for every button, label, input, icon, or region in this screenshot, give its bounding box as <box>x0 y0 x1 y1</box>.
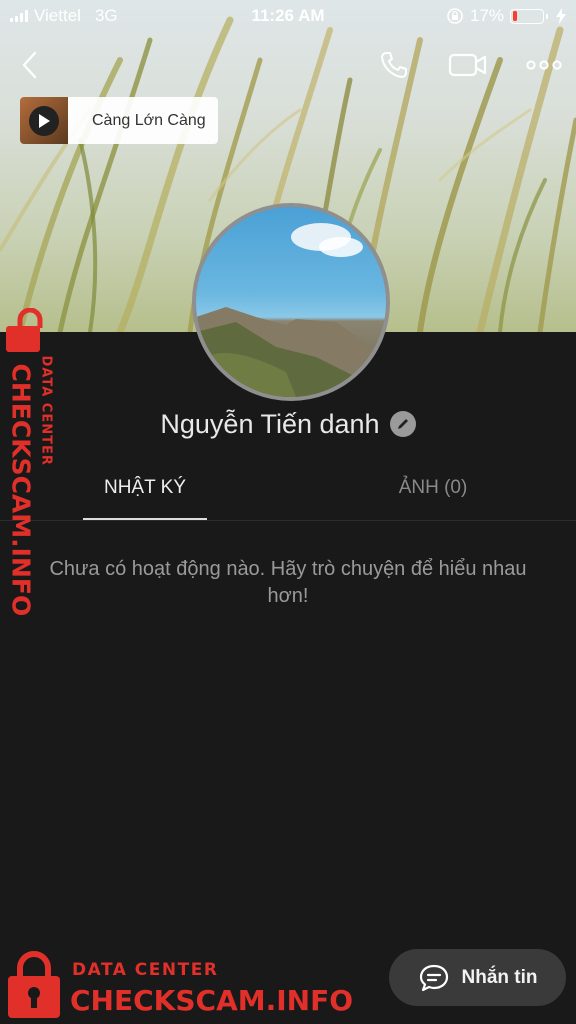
empty-state-message: Chưa có hoạt động nào. Hãy trò chuyện để… <box>49 558 527 607</box>
chevron-left-icon <box>22 51 37 79</box>
padlock-icon <box>6 307 43 352</box>
edit-name-button[interactable] <box>389 411 416 437</box>
active-tab-indicator <box>83 518 207 520</box>
status-bar: Viettel 3G 11:26 AM 17% <box>0 0 576 32</box>
pencil-icon <box>397 419 408 429</box>
music-thumbnail <box>20 97 68 144</box>
tab-photos[interactable]: ẢNH (0) <box>370 477 496 499</box>
phone-icon <box>381 52 407 78</box>
video-camera-icon <box>448 53 487 77</box>
battery-level <box>512 11 518 21</box>
signal-icon <box>10 10 28 22</box>
battery-percent: 17% <box>469 6 504 25</box>
watermark-bottom-small: DATA CENTER <box>72 960 219 980</box>
carrier-label: Viettel <box>34 6 81 25</box>
message-button-label: Nhắn tin <box>461 966 538 988</box>
profile-music-player[interactable]: Càng Lớn Càng <box>20 97 218 144</box>
watermark-side-large: CHECKSCAM.INFO <box>6 363 36 617</box>
network-label: 3G <box>94 6 118 25</box>
battery-icon <box>510 8 548 24</box>
back-button[interactable] <box>10 40 50 90</box>
call-button[interactable] <box>372 40 416 90</box>
padlock-icon <box>8 951 60 1018</box>
orientation-lock-icon <box>447 8 463 24</box>
status-right: 17% <box>446 6 566 26</box>
avatar-landscape <box>196 223 386 397</box>
music-title: Càng Lớn Càng <box>92 111 206 129</box>
watermark-bottom: DATA CENTER CHECKSCAM.INFO <box>6 948 353 1020</box>
profile-name: Nguyễn Tiến danh <box>160 408 380 439</box>
watermark-side-small: DATA CENTER <box>38 355 54 466</box>
avatar[interactable] <box>192 203 390 401</box>
watermark-bottom-large: CHECKSCAM.INFO <box>70 984 354 1017</box>
chat-bubble-icon <box>419 964 448 991</box>
play-icon <box>39 113 50 128</box>
video-call-button[interactable] <box>444 40 492 90</box>
profile-tabs: NHẬT KÝ ẢNH (0) <box>0 463 576 521</box>
profile-name-row: Nguyễn Tiến danh <box>0 404 576 444</box>
status-left: Viettel 3G <box>10 6 118 26</box>
top-action-bar <box>0 40 576 90</box>
charging-bolt-icon <box>556 8 566 24</box>
message-button[interactable]: Nhắn tin <box>389 949 566 1006</box>
watermark-side: DATA CENTER CHECKSCAM.INFO <box>4 307 64 617</box>
tab-diary[interactable]: NHẬT KÝ <box>84 477 206 499</box>
play-button[interactable] <box>29 105 59 136</box>
more-options-button[interactable] <box>520 40 568 90</box>
more-horizontal-icon <box>526 60 562 70</box>
